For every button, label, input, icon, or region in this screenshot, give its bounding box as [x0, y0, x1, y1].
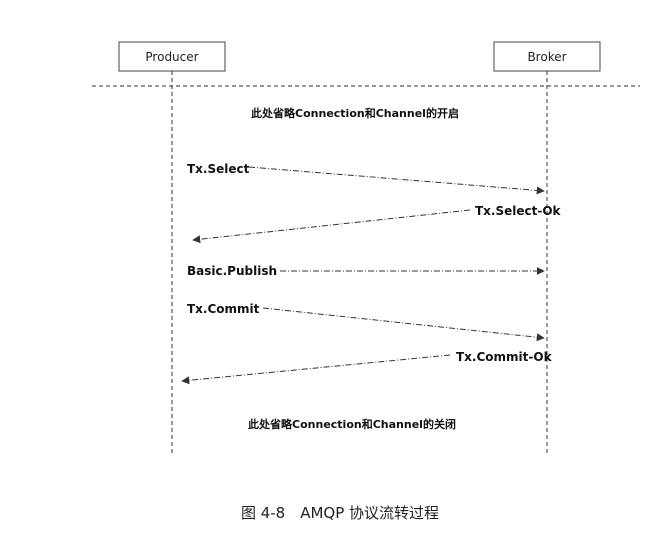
note-close: 此处省略Connection和Channel的关闭 [248, 417, 456, 431]
message-arrow-tx-select-ok [192, 209, 471, 244]
figure-caption: 图 4-8 AMQP 协议流转过程 [241, 504, 439, 522]
broker-label: Broker [527, 50, 566, 64]
message-label-tx-commit-ok: Tx.Commit-Ok [456, 350, 553, 364]
message-label-tx-select: Tx.Select [187, 162, 250, 176]
message-arrow-tx-commit [262, 307, 545, 342]
message-label-tx-select-ok: Tx.Select-Ok [475, 204, 562, 218]
note-open: 此处省略Connection和Channel的开启 [251, 106, 459, 120]
diagram-stage: Producer Broker 此处省略Connection和Channel的开… [0, 0, 657, 538]
message-label-tx-commit: Tx.Commit [187, 302, 260, 316]
message-arrow-tx-select [248, 166, 545, 195]
sequence-diagram: Producer Broker 此处省略Connection和Channel的开… [92, 41, 640, 522]
message-label-basic-publish: Basic.Publish [187, 264, 277, 278]
message-arrow-tx-commit-ok [181, 354, 451, 385]
producer-label: Producer [145, 50, 198, 64]
